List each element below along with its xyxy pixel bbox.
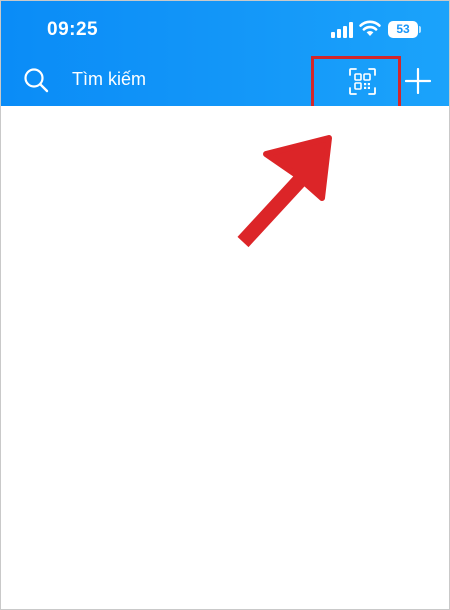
app-header: 09:25 53 Tìm kiếm xyxy=(1,1,449,110)
signal-icon xyxy=(331,22,353,38)
red-arrow-annotation xyxy=(237,135,332,248)
phone-screen: 09:25 53 Tìm kiếm xyxy=(0,0,450,610)
main-content xyxy=(1,106,449,609)
battery-icon: 53 xyxy=(388,21,418,38)
add-icon[interactable] xyxy=(405,68,431,94)
battery-level: 53 xyxy=(396,22,410,36)
battery-nub xyxy=(419,26,421,33)
status-bar: 09:25 53 xyxy=(1,1,449,57)
status-time: 09:25 xyxy=(47,19,99,40)
wifi-icon xyxy=(359,20,381,36)
search-input[interactable]: Tìm kiếm xyxy=(72,69,146,90)
search-icon[interactable] xyxy=(23,67,49,93)
qr-highlight-box xyxy=(311,56,401,110)
